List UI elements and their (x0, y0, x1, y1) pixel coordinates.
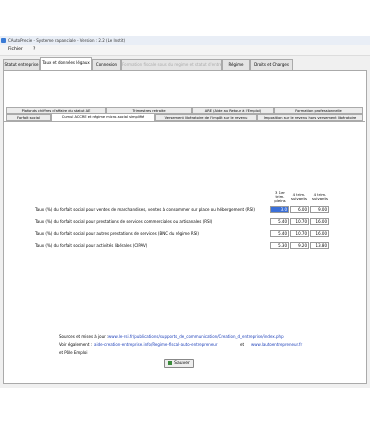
tab-connexion[interactable]: Connexion (92, 59, 121, 70)
rate-field[interactable]: 5.30 (270, 242, 289, 249)
sources-label: Sources et mises à jour : (59, 334, 109, 339)
subtab-formation-pro[interactable]: Formation professionnelle (274, 107, 363, 114)
rate-field[interactable]: 10.70 (290, 230, 309, 237)
column-header-3: 4 trim. suivants (312, 192, 328, 202)
subtab-versement-liberatoire[interactable]: Versement libératoire de l'impôt sur le … (155, 114, 257, 121)
tab-droits-charges[interactable]: Droits et Charges (250, 59, 293, 70)
subtab-are[interactable]: ARE (Aide au Retour à l'Emploi) (192, 107, 274, 114)
window-title: CAutoPrecie - Systeme rapanciale - Versi… (8, 38, 126, 43)
row-label-liberales: Taux (%) du forfait social pour activité… (35, 243, 148, 248)
tab-formation-fiscale[interactable]: Formation fiscale sous du regime et stat… (121, 59, 222, 70)
rate-field[interactable]: 16.00 (310, 218, 329, 225)
row-label-commerciales: Taux (%) du forfait social pour prestati… (35, 219, 213, 224)
rate-field[interactable]: 6.00 (290, 206, 309, 213)
rate-field[interactable]: 16.00 (310, 230, 329, 237)
and-label: et (240, 342, 245, 347)
rate-field[interactable]: 9.00 (310, 206, 329, 213)
tab-statut-entreprise[interactable]: Statut entreprise (3, 59, 40, 70)
source-link-lautoentrepreneur[interactable]: www.lautoentrepreneur.fr (251, 342, 302, 348)
row-label-bnc: Taux (%) du forfait social pour autres p… (35, 231, 199, 236)
column-header-2: 4 trim. suivants (291, 192, 307, 202)
tab-regime[interactable]: Régime (222, 59, 250, 70)
see-also-label: Voir également : (59, 342, 93, 347)
menu-bar (0, 45, 370, 56)
save-button-label: Sauver (174, 361, 190, 366)
subtab-divider (4, 121, 365, 122)
subtab-imposition-revenu[interactable]: Imposition sur le revenu hors versement … (257, 114, 363, 121)
subtab-forfait-social[interactable]: Forfait social (6, 114, 51, 121)
column-header-1: 3 1er trim. pleins (274, 190, 286, 204)
rate-field[interactable]: 9.20 (290, 242, 309, 249)
source-link-aide-creation[interactable]: aide-creation-entreprise.info/Regime-fis… (94, 342, 217, 348)
pole-emploi-label: et Pôle Emploi (59, 350, 88, 355)
rate-field[interactable]: 5.40 (270, 230, 289, 237)
subtab-cumul-accre[interactable]: Cumul ACCRE et régime micro-social simpl… (51, 113, 155, 121)
rate-field[interactable]: 3.0 (270, 206, 289, 213)
menu-file[interactable]: Fichier (8, 45, 23, 55)
menu-help[interactable]: ? (33, 45, 35, 55)
save-button[interactable]: Sauver (164, 359, 194, 368)
save-icon (168, 360, 173, 365)
tab-taux-donnees-legaux[interactable]: Taux et données légaux (40, 57, 92, 70)
rate-field[interactable]: 13.80 (310, 242, 329, 249)
source-link-rsi[interactable]: www.le-rsi.fr/publications/supports_de_c… (108, 334, 284, 340)
rate-field[interactable]: 5.40 (270, 218, 289, 225)
app-icon (1, 38, 6, 43)
row-label-ventes: Taux (%) du forfait social pour ventes d… (35, 207, 255, 212)
rate-field[interactable]: 10.70 (290, 218, 309, 225)
